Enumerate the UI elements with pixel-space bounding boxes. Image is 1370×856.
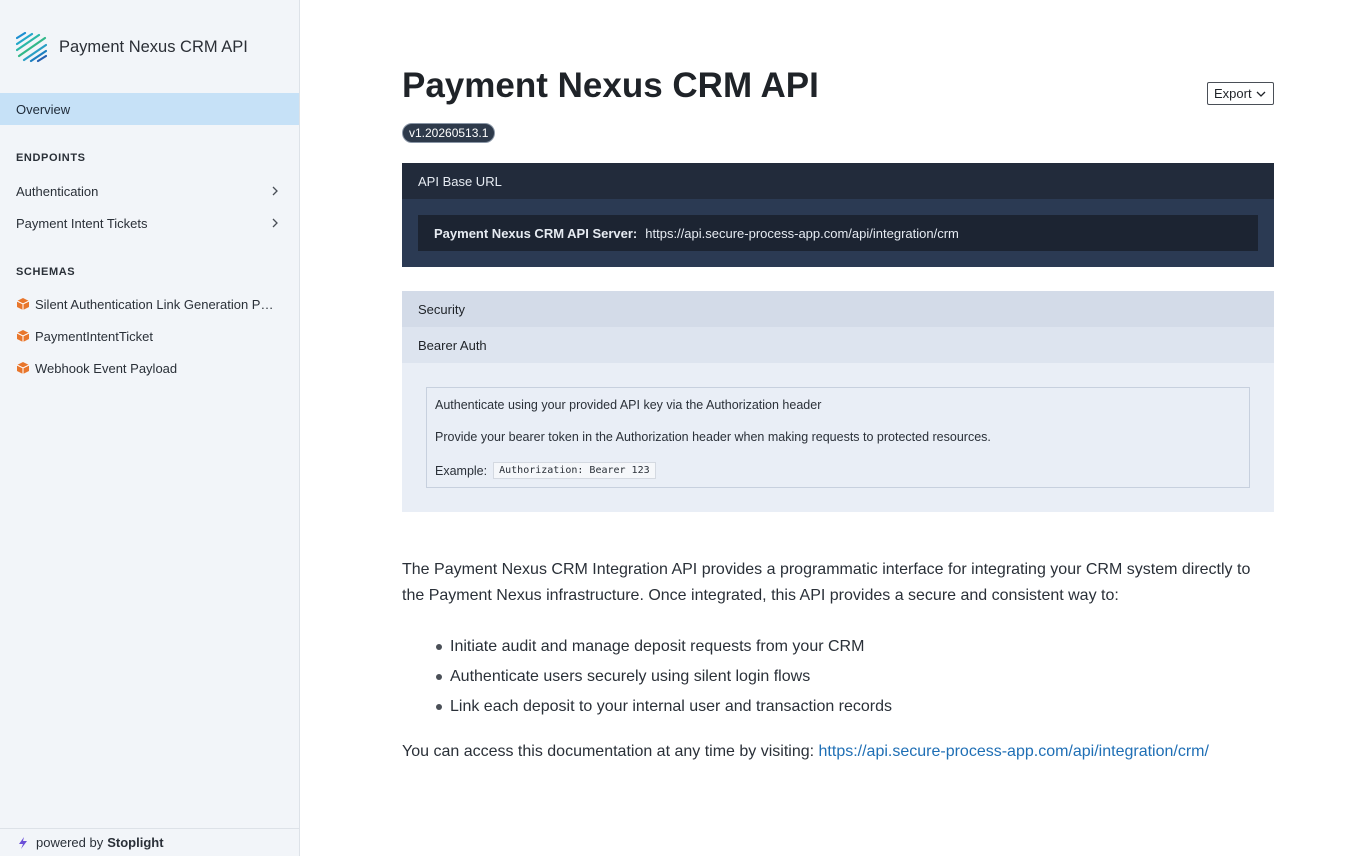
access-text: You can access this documentation at any… xyxy=(402,743,819,760)
list-item-text: Initiate audit and manage deposit reques… xyxy=(450,638,865,655)
logo-icon xyxy=(16,31,47,62)
security-details: Authenticate using your provided API key… xyxy=(426,387,1250,488)
sidebar-item-payment-intent-tickets[interactable]: Payment Intent Tickets xyxy=(0,207,299,239)
list-item-text: Link each deposit to your internal user … xyxy=(450,698,893,715)
chevron-down-icon xyxy=(1256,91,1266,97)
sidebar-item-silent-auth-schema[interactable]: Silent Authentication Link Generation Pa… xyxy=(0,288,299,320)
sidebar: Payment Nexus CRM API Overview ENDPOINTS… xyxy=(0,0,300,856)
list-item-text: Authenticate users securely using silent… xyxy=(450,668,811,685)
security-heading: Security xyxy=(402,291,1274,327)
schemas-heading: SCHEMAS xyxy=(16,266,76,278)
cube-icon xyxy=(16,330,30,342)
security-detail: Provide your bearer token in the Authori… xyxy=(435,430,991,444)
page-title: Payment Nexus CRM API xyxy=(402,66,819,105)
documentation-link[interactable]: https://api.secure-process-app.com/api/i… xyxy=(819,743,1209,760)
base-url-heading: API Base URL xyxy=(402,163,1274,199)
server-url[interactable]: https://api.secure-process-app.com/api/i… xyxy=(645,226,959,241)
sidebar-item-overview[interactable]: Overview xyxy=(0,93,299,125)
export-button[interactable]: Export xyxy=(1207,82,1274,105)
list-item: Authenticate users securely using silent… xyxy=(436,662,892,692)
chevron-right-icon xyxy=(272,186,278,196)
security-description: Authenticate using your provided API key… xyxy=(435,398,822,412)
sidebar-item-label: Webhook Event Payload xyxy=(35,360,178,376)
sidebar-item-paymentintentticket-schema[interactable]: PaymentIntentTicket xyxy=(0,320,299,352)
sidebar-item-label: Authentication xyxy=(16,183,99,199)
sidebar-item-label: Silent Authentication Link Generation Pa… xyxy=(35,296,275,312)
access-paragraph: You can access this documentation at any… xyxy=(402,743,1209,761)
list-item: Initiate audit and manage deposit reques… xyxy=(436,632,892,662)
sidebar-item-label: PaymentIntentTicket xyxy=(35,328,154,344)
bullet-dot xyxy=(436,674,442,680)
version-badge: v1.20260513.1 xyxy=(402,123,496,143)
brand[interactable]: Payment Nexus CRM API xyxy=(16,31,248,63)
cube-icon xyxy=(16,362,30,374)
security-example: Example: Authorization: Bearer 123 xyxy=(435,462,1241,479)
example-label: Example: xyxy=(435,463,488,478)
chevron-right-icon xyxy=(272,218,278,228)
bullet-dot xyxy=(436,644,442,650)
feature-list: Initiate audit and manage deposit reques… xyxy=(436,632,892,722)
export-label: Export xyxy=(1214,86,1252,101)
bullet-dot xyxy=(436,704,442,710)
api-description: The Payment Nexus CRM Integration API pr… xyxy=(402,561,1251,604)
bolt-icon xyxy=(19,836,27,849)
powered-brand: Stoplight xyxy=(107,835,164,850)
endpoints-heading: ENDPOINTS xyxy=(16,152,86,164)
sidebar-item-webhook-schema[interactable]: Webhook Event Payload xyxy=(0,352,299,384)
brand-title: Payment Nexus CRM API xyxy=(59,37,248,56)
security-panel: Security Bearer Auth Authenticate using … xyxy=(402,291,1274,512)
bearer-auth-tab[interactable]: Bearer Auth xyxy=(402,327,1274,363)
powered-prefix: powered by xyxy=(36,835,104,850)
server-url-row[interactable]: Payment Nexus CRM API Server: https://ap… xyxy=(418,215,1258,251)
powered-by-stoplight[interactable]: powered by Stoplight xyxy=(0,828,299,856)
sidebar-item-label: Payment Intent Tickets xyxy=(16,215,148,231)
server-label: Payment Nexus CRM API Server: xyxy=(434,225,638,241)
api-base-url-panel: API Base URL Payment Nexus CRM API Serve… xyxy=(402,163,1274,267)
list-item: Link each deposit to your internal user … xyxy=(436,692,892,722)
example-code: Authorization: Bearer 123 xyxy=(493,462,656,479)
cube-icon xyxy=(16,298,30,310)
sidebar-item-authentication[interactable]: Authentication xyxy=(0,175,299,207)
